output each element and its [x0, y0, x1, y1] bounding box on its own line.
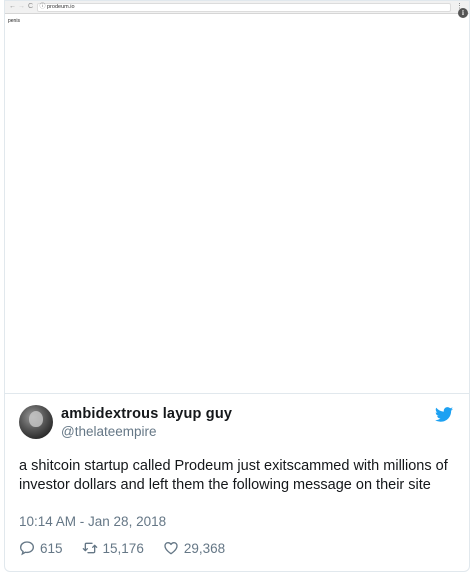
user-handle[interactable]: @thelateempire [61, 424, 157, 439]
reply-button[interactable]: 615 [19, 540, 63, 556]
reply-count: 615 [40, 540, 63, 556]
tweet-card: ← → C ⓘ prodeum.io ⋮ penis i ambidextrou… [4, 0, 470, 572]
retweet-icon [82, 542, 97, 554]
tweet-actions: 615 15,176 29,368 [19, 539, 244, 557]
reload-button[interactable]: C [26, 1, 35, 13]
tweet-text: a shitcoin startup called Prodeum just e… [19, 458, 448, 493]
display-name[interactable]: ambidextrous layup guy [61, 406, 232, 422]
like-count: 29,368 [183, 540, 226, 556]
address-bar[interactable]: ⓘ prodeum.io [37, 2, 451, 12]
tweet-timestamp[interactable]: 10:14 AM - Jan 28, 2018 [19, 514, 166, 529]
retweet-button[interactable]: 15,176 [82, 540, 144, 556]
like-button[interactable]: 29,368 [163, 540, 225, 556]
embedded-screenshot: ← → C ⓘ prodeum.io ⋮ penis i [5, 1, 469, 394]
page-content-text: penis [8, 18, 20, 24]
retweet-count: 15,176 [102, 540, 144, 556]
browser-toolbar: ← → C ⓘ prodeum.io ⋮ [5, 1, 469, 14]
extension-info-icon[interactable]: i [458, 8, 468, 18]
avatar[interactable] [19, 405, 53, 439]
url-text: prodeum.io [47, 4, 75, 10]
like-icon [164, 542, 178, 555]
info-icon[interactable]: ⓘ [38, 3, 47, 11]
back-button[interactable]: ← [8, 1, 17, 13]
twitter-bird-icon[interactable] [435, 407, 453, 422]
forward-button[interactable]: → [17, 1, 26, 13]
reply-icon [19, 541, 35, 556]
